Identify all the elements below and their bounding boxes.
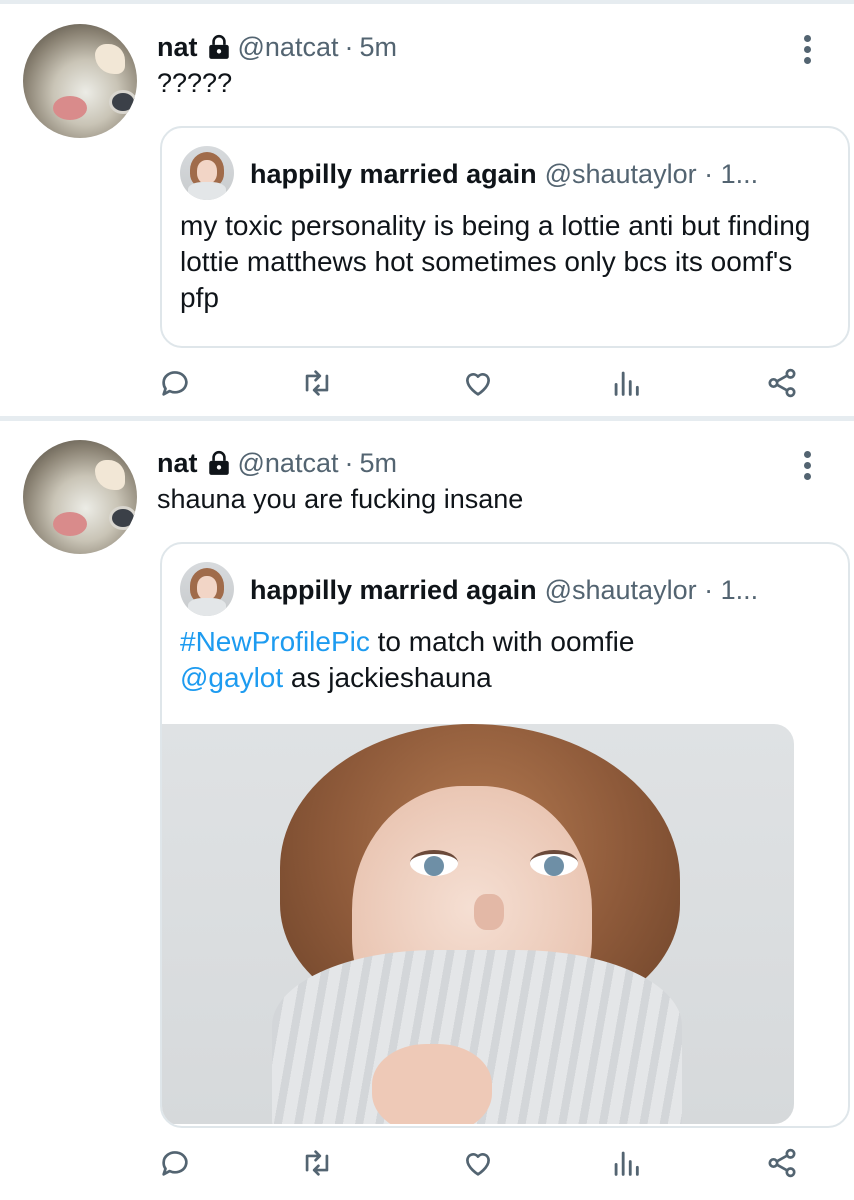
author-name[interactable]: nat [157,32,198,63]
author-handle[interactable]: @natcat [238,448,339,479]
tweet[interactable]: nat @natcat · 5m shauna you are fucking … [0,422,854,1200]
cat-ear [95,44,125,74]
quoted-tweet[interactable]: happilly married again @shautaylor · 1..… [160,126,850,348]
hashtag-link[interactable]: #NewProfilePic [180,626,370,657]
stats-icon[interactable] [609,366,643,400]
quoted-header: happilly married again @shautaylor · 1..… [250,156,758,192]
cat-eye [109,506,137,530]
cat-eye [109,90,137,114]
quoted-avatar[interactable] [180,562,234,616]
like-icon[interactable] [461,366,495,400]
quoted-header: happilly married again @shautaylor · 1..… [250,572,758,608]
tweet-header: nat @natcat · 5m [157,446,397,480]
cat-nose [53,96,87,120]
share-icon[interactable] [765,366,799,400]
tweet[interactable]: nat @natcat · 5m ????? happilly married … [0,6,854,416]
quoted-author-name: happilly married again [250,158,537,189]
retweet-icon[interactable] [300,1146,334,1180]
author-handle[interactable]: @natcat [238,32,339,63]
quoted-author-name: happilly married again [250,574,537,605]
reply-icon[interactable] [158,1146,192,1180]
lock-icon [206,34,232,60]
quoted-text-end: as jackieshauna [283,662,492,693]
mention-link[interactable]: @gaylot [180,662,283,693]
quoted-author-handle: @shautaylor · 1... [544,158,759,189]
quoted-tweet[interactable]: happilly married again @shautaylor · 1..… [160,542,850,1128]
action-bar [0,362,854,402]
lock-icon [206,450,232,476]
reply-icon[interactable] [158,366,192,400]
tweet-text: shauna you are fucking insane [157,484,524,514]
stats-icon[interactable] [609,1146,643,1180]
quoted-avatar[interactable] [180,146,234,200]
cat-ear [95,460,125,490]
tweet-divider [0,416,854,421]
top-border [0,0,854,4]
avatar[interactable] [23,24,137,138]
avatar[interactable] [23,440,137,554]
share-icon[interactable] [765,1146,799,1180]
quoted-text-middle: to match with oomfie [369,626,635,657]
quoted-image[interactable] [162,724,794,1124]
timestamp[interactable]: 5m [359,448,397,479]
quoted-text: #NewProfilePic to match with oomfie @gayl… [180,624,820,696]
author-name[interactable]: nat [157,448,198,479]
more-icon[interactable] [798,448,816,482]
separator-dot: · [344,31,354,62]
quoted-author-handle: @shautaylor · 1... [544,574,759,605]
quoted-text: my toxic personality is being a lottie a… [180,210,811,313]
timestamp[interactable]: 5m [359,32,397,63]
tweet-header: nat @natcat · 5m [157,30,397,64]
retweet-icon[interactable] [300,366,334,400]
action-bar [0,1142,854,1182]
separator-dot: · [344,447,354,478]
like-icon[interactable] [461,1146,495,1180]
tweet-text: ????? [157,68,233,98]
cat-nose [53,512,87,536]
more-icon[interactable] [798,32,816,66]
